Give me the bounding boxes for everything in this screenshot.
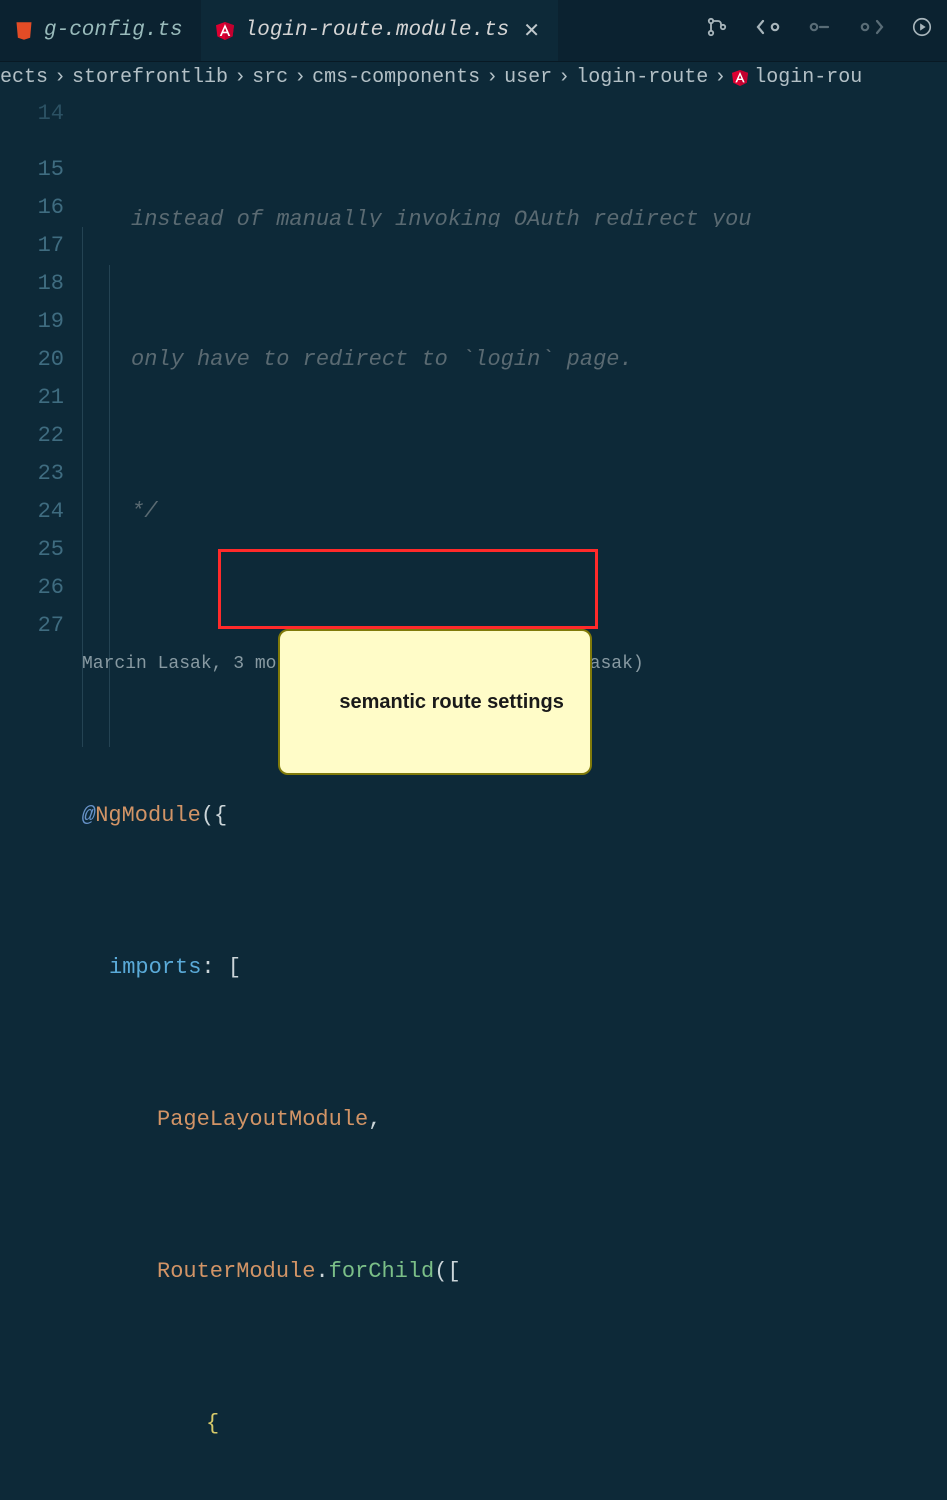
next-change-icon[interactable] — [859, 17, 885, 44]
angular-icon — [732, 69, 748, 87]
tab-bar: g-config.ts login-route.module.ts ✕ — [0, 0, 947, 62]
tab-active-label: login-route.module.ts — [245, 19, 510, 42]
code-text: PageLayoutModule, — [82, 1101, 947, 1139]
breadcrumb-item[interactable]: ects — [0, 66, 48, 89]
run-icon[interactable] — [911, 16, 933, 45]
editor-toolbar — [691, 0, 947, 61]
code-text: RouterModule.forChild([ — [82, 1253, 947, 1291]
code-editor[interactable]: 14 15 16 17 18 19 20 21 22 23 24 25 26 2… — [0, 95, 947, 747]
code-text: { — [82, 1405, 947, 1443]
breadcrumb-item[interactable]: login-route — [576, 66, 708, 89]
comment-text: only have to redirect to `login` page. — [131, 341, 633, 379]
breadcrumb-item[interactable]: storefrontlib — [72, 66, 228, 89]
close-icon[interactable]: ✕ — [519, 16, 544, 46]
compare-icon[interactable] — [705, 15, 729, 46]
code-area[interactable]: instead of manually invoking OAuth redir… — [82, 95, 947, 747]
chevron-right-icon: › — [292, 66, 308, 89]
callout-label: semantic route settings — [278, 629, 592, 775]
breadcrumb-item[interactable]: user — [504, 66, 552, 89]
highlight-box — [218, 549, 598, 629]
tab-inactive-label: g-config.ts — [44, 19, 183, 42]
undo-change-icon[interactable] — [807, 17, 833, 44]
breadcrumb-item[interactable]: src — [252, 66, 288, 89]
line-number-gutter: 14 15 16 17 18 19 20 21 22 23 24 25 26 2… — [0, 95, 82, 747]
prev-change-icon[interactable] — [755, 17, 781, 44]
chevron-right-icon: › — [556, 66, 572, 89]
code-text: @NgModule({ — [82, 797, 947, 835]
html5-icon — [14, 21, 34, 41]
tab-active[interactable]: login-route.module.ts ✕ — [201, 0, 558, 61]
chevron-right-icon: › — [232, 66, 248, 89]
code-text: imports: [ — [82, 949, 947, 987]
comment-text: instead of manually invoking OAuth redir… — [131, 209, 752, 227]
tab-inactive[interactable]: g-config.ts — [0, 0, 197, 61]
angular-icon — [215, 21, 235, 41]
chevron-right-icon: › — [484, 66, 500, 89]
breadcrumb-item[interactable]: login-rou — [732, 66, 862, 89]
chevron-right-icon: › — [712, 66, 728, 89]
comment-close: */ — [131, 493, 157, 531]
chevron-right-icon: › — [52, 66, 68, 89]
breadcrumb: ects › storefrontlib › src › cms-compone… — [0, 62, 947, 95]
breadcrumb-item[interactable]: cms-components — [312, 66, 480, 89]
